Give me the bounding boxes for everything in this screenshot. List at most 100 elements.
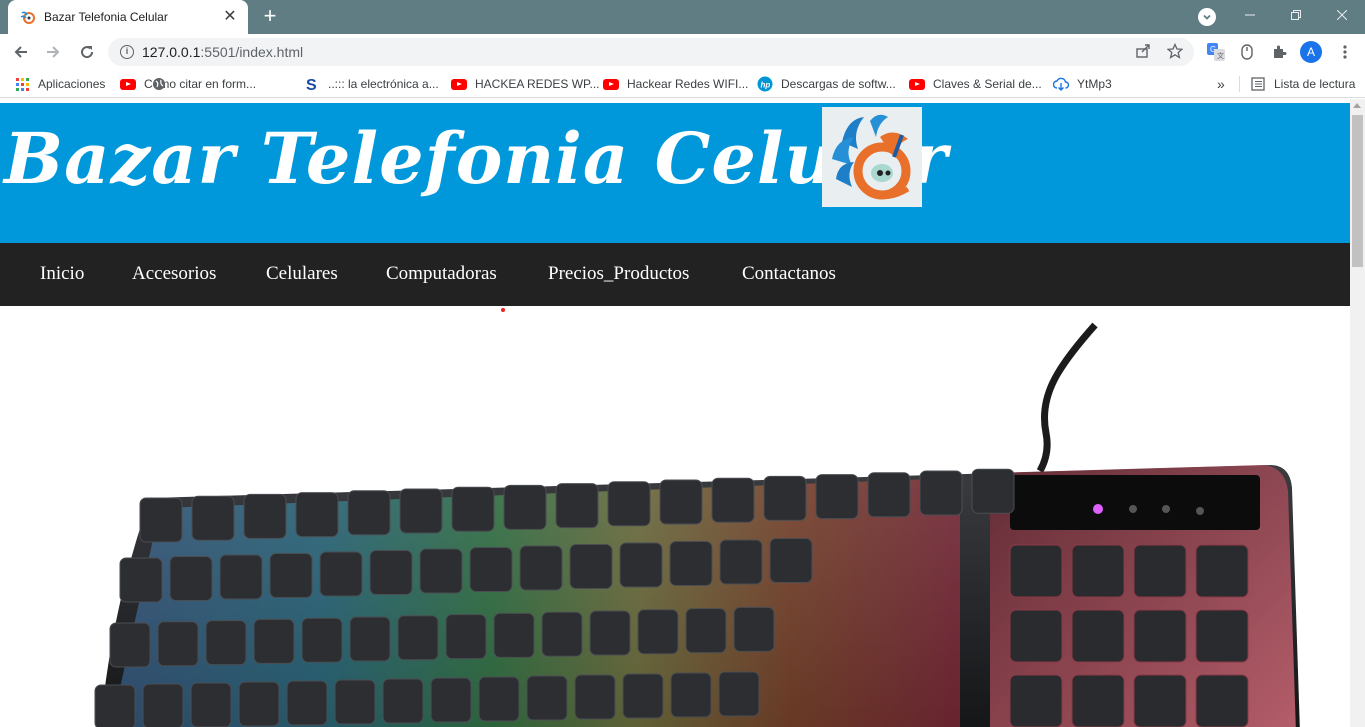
- keycap: [169, 556, 213, 601]
- translate-extension-icon[interactable]: G文: [1205, 41, 1227, 63]
- web-page: Bazar Telefonia Celular Inicio Accesorio…: [0, 103, 1350, 727]
- keycap: [430, 677, 472, 723]
- back-button[interactable]: [8, 39, 34, 65]
- new-tab-button[interactable]: +: [258, 5, 282, 29]
- bookmark-item[interactable]: hp Descargas de softw...: [757, 75, 896, 93]
- profile-avatar[interactable]: A: [1300, 41, 1322, 63]
- keycap: [526, 675, 568, 721]
- scroll-up-arrow-icon[interactable]: [1353, 103, 1361, 108]
- keycap: [219, 554, 263, 600]
- puzzle-extensions-icon[interactable]: [1268, 41, 1290, 63]
- bookmarks-bar: Aplicaciones Como citar en form... S ..:…: [0, 70, 1365, 98]
- nav-link-accesorios[interactable]: Accesorios: [132, 263, 216, 285]
- keycap: [733, 606, 775, 652]
- keycap: [445, 614, 487, 660]
- keycap: [397, 615, 439, 661]
- keycap: [971, 468, 1015, 514]
- numpad-keycap: [1133, 674, 1187, 727]
- keycap: [269, 553, 313, 598]
- nav-link-inicio[interactable]: Inicio: [40, 263, 84, 285]
- reading-list-button[interactable]: Lista de lectura: [1250, 75, 1355, 93]
- tab-search-button[interactable]: [1198, 8, 1216, 26]
- forward-button[interactable]: [40, 39, 66, 65]
- bookmark-item[interactable]: Hackear Redes WIFI...: [603, 75, 748, 93]
- keycap: [349, 616, 391, 662]
- bookmark-item[interactable]: Claves & Serial de...: [909, 75, 1042, 93]
- page-scrollbar[interactable]: [1350, 99, 1365, 727]
- bookmark-label: ..::: la electrónica a...: [328, 77, 439, 91]
- keycap: [607, 481, 651, 527]
- keycap: [319, 551, 363, 597]
- keycap: [382, 678, 424, 724]
- numpad-keycap: [1071, 544, 1125, 598]
- close-window-button[interactable]: [1319, 0, 1365, 30]
- minimize-button[interactable]: [1227, 0, 1273, 30]
- keycap: [763, 475, 807, 521]
- nav-link-computadoras[interactable]: Computadoras: [386, 263, 497, 285]
- address-bar[interactable]: i 127.0.0.1:5501/index.html: [108, 38, 1194, 66]
- keycap: [478, 676, 520, 722]
- cloud-download-icon: [1053, 76, 1069, 92]
- keycap: [109, 622, 151, 668]
- keycap: [419, 548, 463, 594]
- bookmarks-overflow-button[interactable]: »: [1217, 75, 1225, 93]
- globe-icon: [153, 78, 165, 90]
- reload-button[interactable]: [74, 39, 100, 65]
- bookmark-label: Hackear Redes WIFI...: [627, 77, 749, 91]
- bookmark-item[interactable]: YtMp3: [1053, 75, 1112, 93]
- close-tab-icon[interactable]: ✕: [222, 9, 238, 25]
- globe-bookmark-icon-wrap: [152, 75, 166, 93]
- scrollbar-thumb[interactable]: [1352, 115, 1363, 267]
- site-header: Bazar Telefonia Celular: [0, 103, 1350, 243]
- reading-list-label: Lista de lectura: [1274, 77, 1356, 91]
- bookmark-label: Claves & Serial de...: [933, 77, 1042, 91]
- apps-grid-icon: [14, 76, 30, 92]
- bookmark-label: YtMp3: [1077, 77, 1112, 91]
- bookmark-item[interactable]: S ..::: la electrónica a...: [304, 75, 439, 93]
- reload-icon: [81, 46, 94, 59]
- browser-tab[interactable]: Bazar Telefonia Celular ✕: [8, 0, 248, 34]
- bookmark-aplicaciones[interactable]: Aplicaciones: [14, 75, 105, 93]
- site-logo: [822, 107, 922, 207]
- keycap: [769, 538, 813, 583]
- tab-title: Bazar Telefonia Celular: [44, 10, 168, 24]
- nav-link-celulares[interactable]: Celulares: [266, 263, 338, 285]
- tab-strip: Bazar Telefonia Celular ✕ +: [0, 0, 1365, 34]
- keycap: [451, 486, 495, 532]
- star-icon[interactable]: [1166, 42, 1184, 61]
- numpad-keycap: [1195, 544, 1249, 598]
- restore-button[interactable]: [1273, 0, 1319, 30]
- keycap: [191, 495, 235, 541]
- keycap: [238, 681, 280, 727]
- keycap: [139, 497, 183, 543]
- nav-link-contactanos[interactable]: Contactanos: [742, 263, 836, 285]
- keycap: [301, 617, 343, 663]
- bookmark-item[interactable]: Como citar en form...: [120, 75, 256, 93]
- nav-link-precios-productos[interactable]: Precios_Productos: [548, 263, 689, 285]
- keycap: [719, 539, 763, 585]
- menu-kebab-icon[interactable]: [1334, 41, 1356, 63]
- url-text: 127.0.0.1:5501/index.html: [142, 44, 304, 60]
- bookmark-item[interactable]: HACKEA REDES WP...: [451, 75, 599, 93]
- page-viewport: Bazar Telefonia Celular Inicio Accesorio…: [0, 99, 1365, 727]
- youtube-icon: [909, 76, 925, 92]
- keycap: [919, 470, 963, 516]
- site-info-icon[interactable]: i: [120, 45, 134, 59]
- keycap: [190, 682, 232, 727]
- s-logo-icon: S: [304, 76, 320, 92]
- keycap: [157, 621, 199, 667]
- keycap: [574, 674, 616, 720]
- numpad-keycap: [1009, 609, 1063, 663]
- bookmark-label: Descargas de softw...: [781, 77, 896, 91]
- bookmark-label: HACKEA REDES WP...: [475, 77, 600, 91]
- minimize-icon: [1245, 14, 1255, 16]
- numpad-keycap: [1133, 544, 1187, 598]
- keycap: [295, 492, 339, 538]
- keycap: [718, 671, 760, 717]
- keycap: [253, 618, 295, 664]
- share-icon[interactable]: [1134, 43, 1152, 61]
- keycap: [711, 477, 755, 523]
- site-title: Bazar Telefonia Celular: [4, 117, 949, 200]
- mouse-extension-icon[interactable]: [1236, 41, 1258, 63]
- keycap: [622, 673, 664, 719]
